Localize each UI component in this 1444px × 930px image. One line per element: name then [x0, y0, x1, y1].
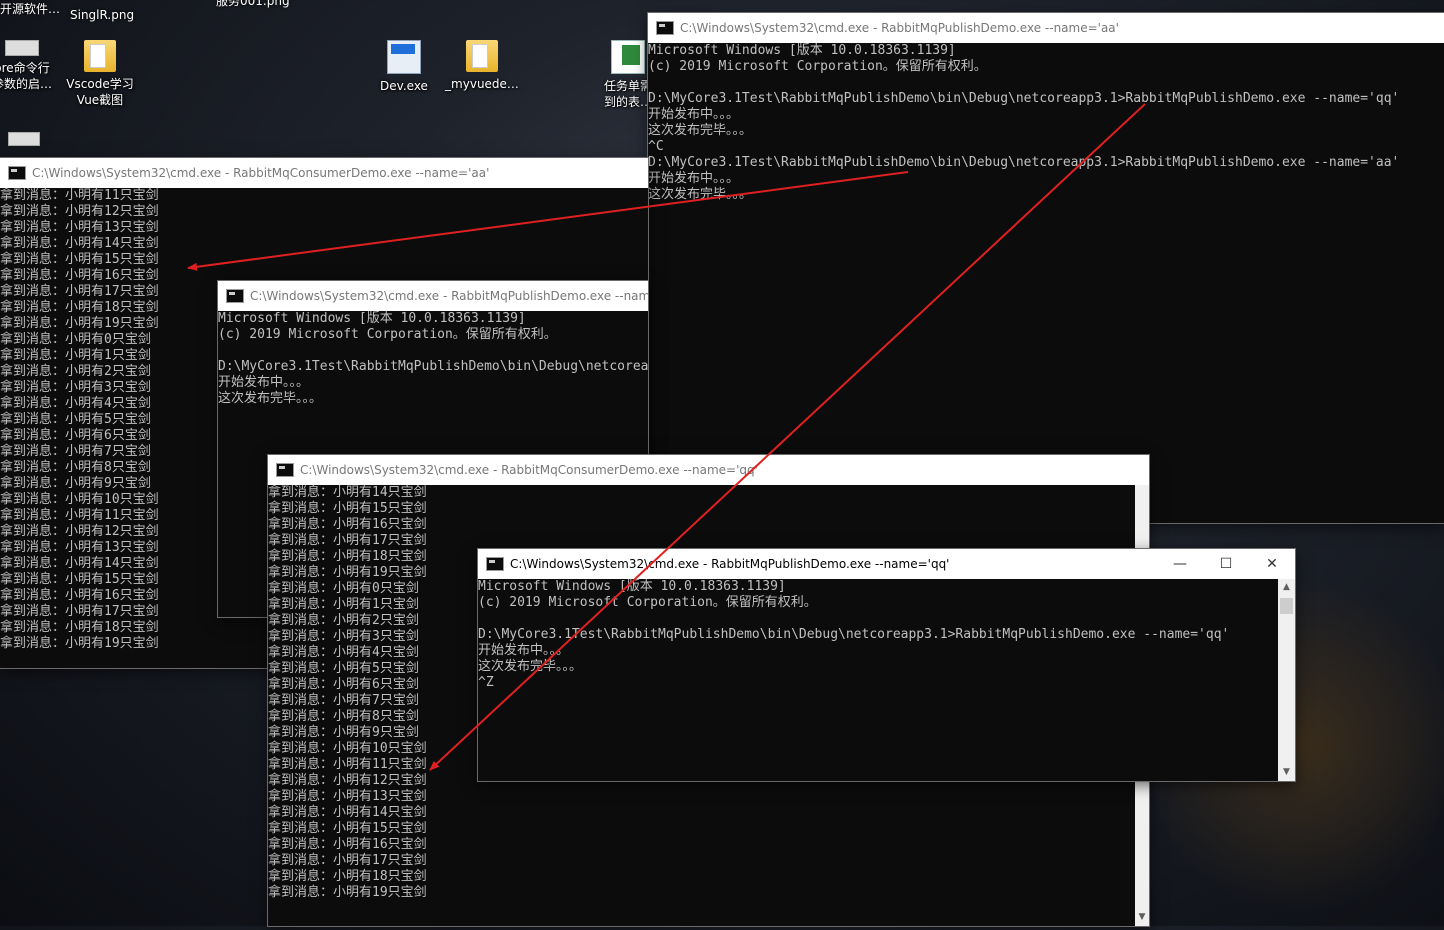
title-bar[interactable]: C:\Windows\System32\cmd.exe - RabbitMqCo…	[0, 158, 648, 188]
console-line: ^C	[648, 139, 664, 154]
console-window-publisher-qq[interactable]: C:\Windows\System32\cmd.exe - RabbitMqPu…	[478, 549, 1295, 781]
console-line: 拿到消息：小明有15只宝剑	[268, 501, 427, 516]
title-bar[interactable]: C:\Windows\System32\cmd.exe - RabbitMqPu…	[648, 13, 1444, 43]
folder-icon	[84, 40, 116, 72]
cmd-icon	[8, 166, 26, 180]
console-line: 这次发布完毕。。。	[648, 187, 753, 202]
scrollbar-thumb[interactable]	[1280, 598, 1293, 614]
window-title: C:\Windows\System32\cmd.exe - RabbitMqCo…	[300, 463, 758, 477]
console-output: Microsoft Windows [版本 10.0.18363.1139] (c…	[218, 311, 648, 407]
scroll-down-icon[interactable]: ▼	[1278, 764, 1295, 781]
folder-icon	[466, 40, 498, 72]
desktop-icon-label-top-1[interactable]: 开源软件…	[0, 0, 60, 17]
spreadsheet-icon	[611, 40, 645, 74]
console-line: 开始发布中。。。	[648, 171, 740, 186]
console-window-publisher-aa-top[interactable]: C:\Windows\System32\cmd.exe - RabbitMqPu…	[648, 13, 1444, 523]
console-line: 拿到消息：小明有15只宝剑	[268, 821, 427, 836]
cmd-icon	[276, 463, 294, 477]
cmd-shortcut-icon	[5, 40, 39, 56]
console-line: 拿到消息：小明有15只宝剑	[0, 252, 159, 267]
window-title: C:\Windows\System32\cmd.exe - RabbitMqPu…	[250, 289, 648, 303]
console-line: D:\MyCore3.1Test\RabbitMqPublishDemo\bin…	[478, 627, 1230, 642]
console-line: 拿到消息：小明有13只宝剑	[0, 220, 159, 235]
console-line: 这次发布完毕。。。	[218, 391, 323, 406]
console-line: 拿到消息：小明有14只宝剑	[268, 805, 427, 820]
title-bar[interactable]: C:\Windows\System32\cmd.exe - RabbitMqPu…	[478, 549, 1295, 579]
console-line: ^Z	[478, 675, 494, 690]
console-line: Microsoft Windows [版本 10.0.18363.1139]	[218, 311, 526, 326]
console-line: 拿到消息：小明有13只宝剑	[268, 789, 427, 804]
console-output: Microsoft Windows [版本 10.0.18363.1139] (c…	[648, 43, 1444, 203]
window-title: C:\Windows\System32\cmd.exe - RabbitMqPu…	[510, 557, 950, 571]
console-line: (c) 2019 Microsoft Corporation。保留所有权利。	[648, 59, 987, 74]
desktop-icon-dev-exe[interactable]: Dev.exe	[364, 40, 444, 94]
close-button[interactable]: ✕	[1249, 549, 1295, 579]
desktop-icon-vscode-folder[interactable]: Vscode学习 Vue截图	[60, 40, 140, 108]
cmd-shortcut-icon[interactable]	[8, 132, 40, 146]
cmd-icon	[656, 21, 674, 35]
console-line: D:\MyCore3.1Test\RabbitMqPublishDemo\bin…	[218, 359, 648, 374]
console-line: 拿到消息：小明有14只宝剑	[0, 236, 159, 251]
console-line: 拿到消息：小明有16只宝剑	[268, 837, 427, 852]
title-bar[interactable]: C:\Windows\System32\cmd.exe - RabbitMqPu…	[218, 281, 648, 311]
console-line: D:\MyCore3.1Test\RabbitMqPublishDemo\bin…	[648, 91, 1400, 106]
console-line: 这次发布完毕。。。	[478, 659, 583, 674]
console-line: 拿到消息：小明有19只宝剑	[268, 885, 427, 900]
scroll-down-icon[interactable]: ▼	[1135, 909, 1149, 926]
console-line: 这次发布完毕。。。	[648, 123, 753, 138]
exe-icon	[387, 40, 421, 74]
console-line: 拿到消息：小明有17只宝剑	[268, 853, 427, 868]
console-line: Microsoft Windows [版本 10.0.18363.1139]	[648, 43, 956, 58]
console-line: 拿到消息：小明有17只宝剑	[268, 533, 427, 548]
desktop-icon-myvuede[interactable]: _myvuede…	[442, 40, 522, 92]
maximize-button[interactable]: ☐	[1203, 549, 1249, 579]
console-line: D:\MyCore3.1Test\RabbitMqPublishDemo\bin…	[648, 155, 1400, 170]
scrollbar[interactable]: ▲ ▼	[1278, 579, 1295, 781]
window-title: C:\Windows\System32\cmd.exe - RabbitMqCo…	[32, 166, 490, 180]
console-line: 开始发布中。。。	[218, 375, 310, 390]
console-line: 开始发布中。。。	[478, 643, 570, 658]
window-title: C:\Windows\System32\cmd.exe - RabbitMqPu…	[680, 21, 1119, 35]
console-line: (c) 2019 Microsoft Corporation。保留所有权利。	[218, 327, 557, 342]
console-line: 开始发布中。。。	[648, 107, 740, 122]
console-line: 拿到消息：小明有16只宝剑	[268, 517, 427, 532]
console-line: 拿到消息：小明有12只宝剑	[0, 204, 159, 219]
desktop-icon-cmd-shortcut[interactable]: ore命令行 参数的启…	[0, 40, 62, 92]
console-line: Microsoft Windows [版本 10.0.18363.1139]	[478, 579, 786, 594]
desktop-icon-label-top-2[interactable]: SinglR.png	[70, 8, 134, 22]
console-output: Microsoft Windows [版本 10.0.18363.1139] (c…	[478, 579, 1295, 691]
minimize-button[interactable]: —	[1157, 549, 1203, 579]
title-bar[interactable]: C:\Windows\System32\cmd.exe - RabbitMqCo…	[268, 455, 1149, 485]
console-line: 拿到消息：小明有18只宝剑	[268, 869, 427, 884]
console-line: 拿到消息：小明有11只宝剑	[0, 188, 159, 203]
scroll-up-icon[interactable]: ▲	[1278, 579, 1295, 596]
console-line: 拿到消息：小明有14只宝剑	[268, 485, 427, 500]
cmd-icon	[226, 289, 244, 303]
console-line: (c) 2019 Microsoft Corporation。保留所有权利。	[478, 595, 817, 610]
desktop-icon-label-top-3[interactable]: 服务001.png	[216, 0, 290, 9]
cmd-icon	[486, 557, 504, 571]
